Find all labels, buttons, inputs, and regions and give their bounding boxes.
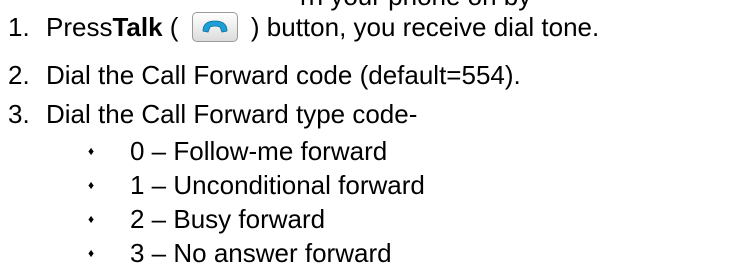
bullet-item-0: ♦ 0 – Follow-me forward [88,136,387,166]
bullet-item-3: ♦ 3 – No answer forward [88,238,392,268]
bullet-item-2: ♦ 2 – Busy forward [88,204,325,234]
step-number: 3. [8,99,30,129]
step-text-pre: Press [46,12,113,42]
talk-label: Talk [112,12,163,42]
bullet-text: 0 – Follow-me forward [130,136,388,166]
step-2: 2. Dial the Call Forward code (default=5… [8,60,521,90]
bullet-text: 3 – No answer forward [130,238,392,268]
step-number: 2. [8,60,30,90]
phone-handset-icon [191,12,238,42]
diamond-bullet-icon: ♦ [88,212,95,226]
bullet-text: 2 – Busy forward [130,204,326,234]
top-clipped-text: rn your phone on by [300,0,531,9]
step-3: 3. Dial the Call Forward type code- [8,99,417,129]
step-number: 1. [8,12,30,42]
step-1: 1. Press Talk ( ) button, you receive di… [8,12,599,42]
diamond-bullet-icon: ♦ [88,178,95,192]
bullet-item-1: ♦ 1 – Unconditional forward [88,170,425,200]
step-text-post: ) button, you receive dial tone. [243,12,600,42]
bullet-text: 1 – Unconditional forward [130,170,425,200]
step-text: Dial the Call Forward type code- [46,99,418,129]
diamond-bullet-icon: ♦ [88,144,95,158]
step-text: Dial the Call Forward code (default=554)… [46,60,521,90]
diamond-bullet-icon: ♦ [88,246,95,260]
open-paren: ( [162,12,186,42]
